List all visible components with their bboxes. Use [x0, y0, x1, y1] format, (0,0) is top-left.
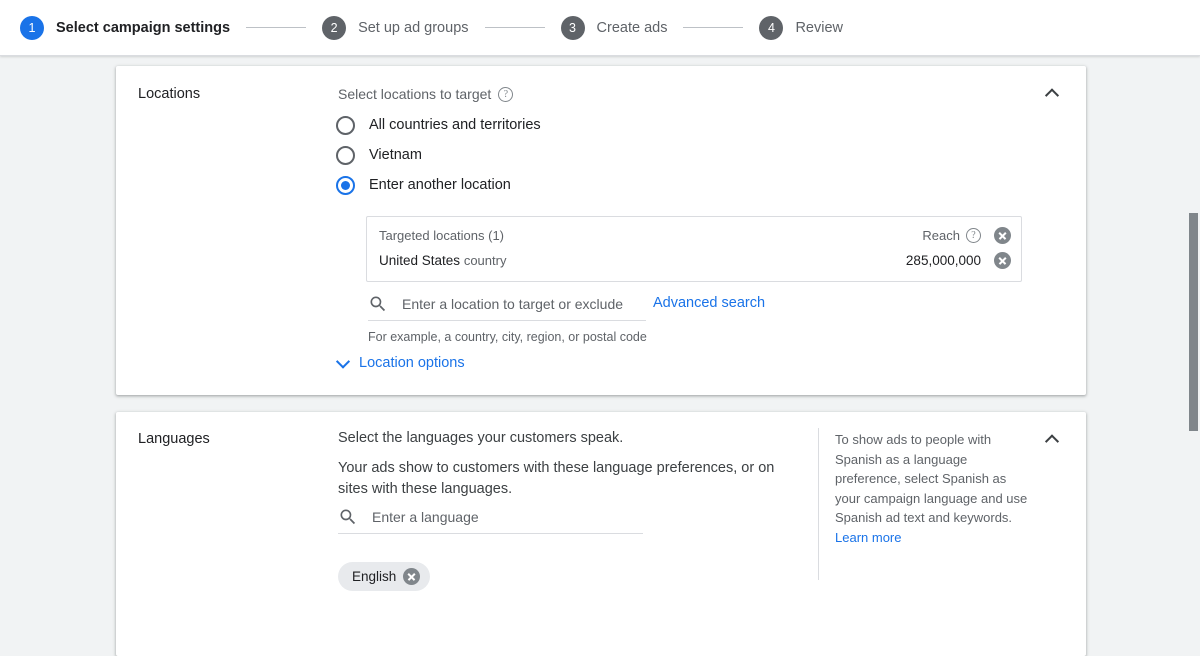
step-connector-3-4	[683, 27, 743, 28]
page-scrollbar-track[interactable]	[1185, 57, 1200, 599]
step-4-label: Review	[795, 20, 843, 36]
remove-location-button[interactable]	[994, 252, 1011, 269]
radio-enter-another-location[interactable]: Enter another location	[336, 170, 511, 200]
location-search-field[interactable]: Enter a location to target or exclude	[368, 294, 646, 321]
chevron-up-icon	[1045, 88, 1059, 102]
table-row: United States country 285,000,000	[367, 248, 1021, 273]
location-options-toggle[interactable]: Location options	[338, 355, 465, 371]
location-type-text: country	[464, 253, 507, 268]
language-search-placeholder: Enter a language	[372, 509, 479, 525]
language-chip-english: English	[338, 562, 430, 591]
languages-card-title: Languages	[138, 431, 210, 447]
location-reach-value: 285,000,000	[906, 253, 981, 268]
chevron-down-icon	[336, 355, 350, 369]
step-connector-1-2	[246, 27, 306, 28]
locations-section-heading: Select locations to target	[338, 86, 491, 102]
reach-label: Reach	[922, 228, 960, 243]
step-2-set-up-ad-groups[interactable]: 2 Set up ad groups	[322, 16, 468, 40]
help-icon[interactable]: ?	[498, 87, 513, 102]
language-chip-label: English	[352, 569, 396, 584]
help-icon[interactable]: ?	[966, 228, 981, 243]
radio-button-unchecked	[336, 116, 355, 135]
targeted-location-name: United States country	[379, 253, 906, 268]
targeted-locations-box: Targeted locations (1) Reach ? United St…	[366, 216, 1022, 282]
search-icon	[338, 507, 358, 527]
targeted-location-reach-cell: 285,000,000	[906, 252, 1011, 269]
step-connector-2-3	[485, 27, 545, 28]
page-scrollbar-thumb[interactable]	[1189, 213, 1198, 431]
locations-card: Locations Select locations to target ? A…	[116, 66, 1086, 395]
step-4-review[interactable]: 4 Review	[759, 16, 843, 40]
chevron-up-icon	[1045, 434, 1059, 448]
search-icon	[368, 294, 388, 314]
step-3-create-ads[interactable]: 3 Create ads	[561, 16, 668, 40]
step-1-label: Select campaign settings	[56, 20, 230, 36]
locations-card-title: Locations	[138, 86, 200, 102]
languages-vertical-divider	[818, 428, 819, 580]
location-name-text: United States	[379, 253, 460, 268]
location-options-label: Location options	[359, 355, 465, 371]
step-3-number-badge: 3	[561, 16, 585, 40]
learn-more-link[interactable]: Learn more	[835, 528, 901, 548]
advanced-search-link[interactable]: Advanced search	[653, 295, 765, 311]
step-1-number-badge: 1	[20, 16, 44, 40]
targeted-locations-count-label: Targeted locations (1)	[379, 228, 922, 243]
radio-all-countries-and-territories[interactable]: All countries and territories	[336, 110, 541, 140]
step-2-number-badge: 2	[322, 16, 346, 40]
locations-section-heading-row: Select locations to target ?	[338, 86, 513, 102]
targeted-locations-header-row: Targeted locations (1) Reach ?	[367, 223, 1021, 248]
languages-intro-line-2: Your ads show to customers with these la…	[338, 458, 808, 500]
location-search-hint: For example, a country, city, region, or…	[368, 330, 647, 344]
radio-label-vietnam: Vietnam	[369, 147, 422, 163]
languages-collapse-toggle[interactable]	[1040, 428, 1064, 452]
radio-button-checked	[336, 176, 355, 195]
radio-label-all-countries: All countries and territories	[369, 117, 541, 133]
remove-all-targeted-locations-button[interactable]	[994, 227, 1011, 244]
languages-card: Languages Select the languages your cust…	[116, 412, 1086, 656]
step-4-number-badge: 4	[759, 16, 783, 40]
languages-help-panel: To show ads to people with Spanish as a …	[835, 430, 1033, 547]
step-2-label: Set up ad groups	[358, 20, 468, 36]
reach-column-header: Reach ?	[922, 227, 1011, 244]
languages-intro-line-1: Select the languages your customers spea…	[338, 428, 808, 449]
step-1-select-campaign-settings[interactable]: 1 Select campaign settings	[20, 16, 230, 40]
languages-help-text: To show ads to people with Spanish as a …	[835, 432, 1027, 525]
radio-vietnam[interactable]: Vietnam	[336, 140, 422, 170]
locations-collapse-toggle[interactable]	[1040, 82, 1064, 106]
step-3-label: Create ads	[597, 20, 668, 36]
radio-button-unchecked	[336, 146, 355, 165]
radio-label-enter-another-location: Enter another location	[369, 177, 511, 193]
language-search-field[interactable]: Enter a language	[338, 507, 643, 534]
campaign-stepper-header: 1 Select campaign settings 2 Set up ad g…	[0, 0, 1200, 56]
remove-language-button[interactable]	[403, 568, 420, 585]
location-search-placeholder: Enter a location to target or exclude	[402, 296, 623, 312]
campaign-settings-content: Locations Select locations to target ? A…	[0, 57, 1200, 599]
